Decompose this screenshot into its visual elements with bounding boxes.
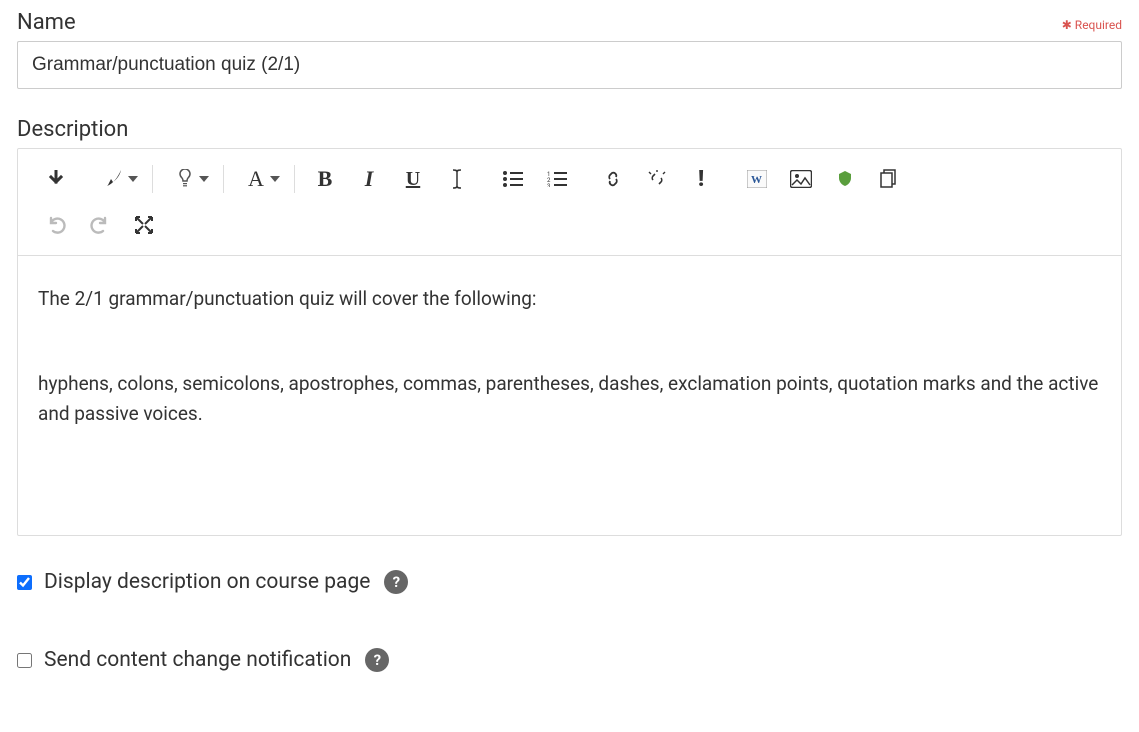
description-line: hyphens, colons, semicolons, apostrophes… <box>38 369 1101 430</box>
font-dropdown[interactable]: A <box>232 161 286 197</box>
send-notification-row: Send content change notification ? <box>17 648 1122 672</box>
send-notification-checkbox[interactable] <box>17 653 32 668</box>
display-on-course-label[interactable]: Display description on course page <box>44 570 370 594</box>
chevron-down-icon <box>128 176 138 182</box>
editor-toolbar-row2 <box>18 203 1121 255</box>
unlink-button[interactable] <box>635 161 679 197</box>
editor-toolbar: A B I U <box>18 149 1121 203</box>
underline-button[interactable]: U <box>391 161 435 197</box>
rich-text-editor: A B I U <box>17 148 1122 536</box>
help-icon[interactable]: ? <box>384 570 408 594</box>
display-on-course-checkbox[interactable] <box>17 575 32 590</box>
hint-dropdown[interactable] <box>161 161 215 197</box>
name-label: Name <box>17 10 76 35</box>
toolbar-separator <box>223 165 224 193</box>
bullet-list-button[interactable] <box>491 161 535 197</box>
toolbar-separator <box>294 165 295 193</box>
description-label: Description <box>17 117 1122 142</box>
display-on-course-row: Display description on course page ? <box>17 570 1122 594</box>
redo-button[interactable] <box>78 207 122 243</box>
help-icon[interactable]: ? <box>365 648 389 672</box>
files-icon[interactable] <box>867 161 911 197</box>
description-textarea[interactable]: The 2/1 grammar/punctuation quiz will co… <box>18 255 1121 535</box>
chevron-down-icon <box>270 176 280 182</box>
bold-button[interactable]: B <box>303 161 347 197</box>
toggle-toolbar-icon[interactable] <box>34 161 78 197</box>
svg-text:W: W <box>751 174 762 186</box>
styles-dropdown[interactable] <box>90 161 144 197</box>
send-notification-label[interactable]: Send content change notification <box>44 648 351 672</box>
undo-button[interactable] <box>34 207 78 243</box>
chevron-down-icon <box>199 176 209 182</box>
media-icon[interactable] <box>823 161 867 197</box>
numbered-list-button[interactable]: 1 2 3 <box>535 161 579 197</box>
description-line: The 2/1 grammar/punctuation quiz will co… <box>38 284 1101 314</box>
required-marker: ✱ Required <box>1062 18 1122 32</box>
name-input[interactable] <box>17 41 1122 89</box>
fullscreen-button[interactable] <box>122 207 166 243</box>
link-button[interactable] <box>591 161 635 197</box>
word-import-icon[interactable]: W <box>735 161 779 197</box>
svg-text:3: 3 <box>547 183 550 187</box>
alert-icon[interactable]: ! <box>679 161 723 197</box>
text-cursor-icon[interactable] <box>435 161 479 197</box>
image-button[interactable] <box>779 161 823 197</box>
italic-button[interactable]: I <box>347 161 391 197</box>
toolbar-separator <box>152 165 153 193</box>
